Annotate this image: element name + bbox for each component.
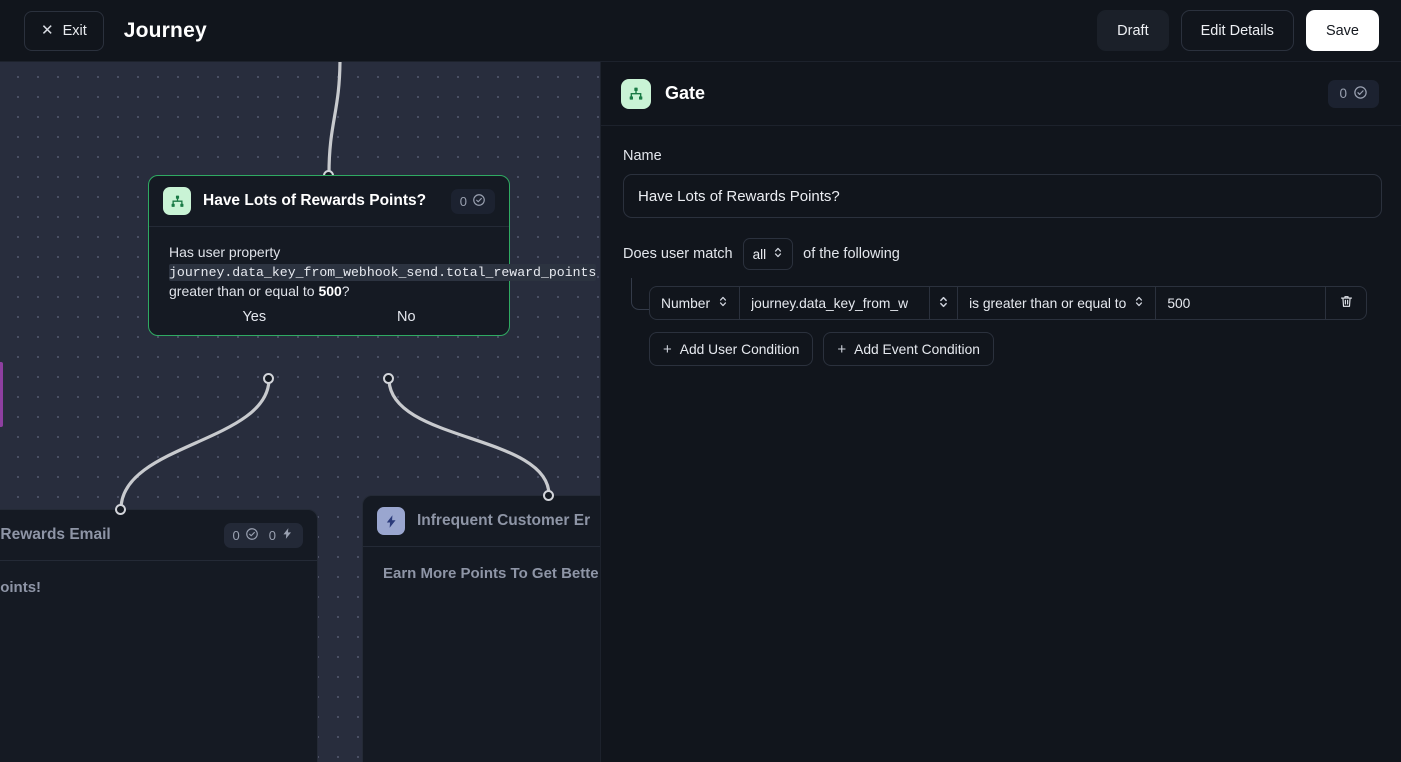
node-gate-branches: Yes No (149, 309, 509, 335)
node-gate-completed-count: 0 (460, 194, 467, 209)
condition-operator-value: is greater than or equal to (969, 296, 1126, 311)
condition-property-value: journey.data_key_from_w (751, 296, 908, 311)
chevron-updown-icon (1134, 295, 1144, 311)
node-gate-badges: 0 (451, 189, 495, 214)
check-circle-icon (472, 193, 486, 210)
condition-row: Number journey.data_key_from_w (649, 286, 1367, 320)
add-condition-buttons: + Add User Condition + Add Event Conditi… (649, 332, 1379, 366)
add-event-condition-button[interactable]: + Add Event Condition (823, 332, 994, 366)
panel-body: Name Does user match all of the followin… (601, 126, 1401, 366)
chevron-updown-icon (718, 295, 728, 311)
match-prefix-label: Does user match (623, 246, 733, 262)
panel-header: Gate 0 (601, 62, 1401, 126)
gate-no-output-handle[interactable] (383, 373, 394, 384)
match-mode-select[interactable]: all (743, 238, 794, 270)
node-rewards-email-header: p Customer Rewards Email 0 0 (0, 510, 317, 561)
match-mode-value: all (753, 247, 767, 262)
node-rewards-email-title: p Customer Rewards Email (0, 526, 111, 544)
top-bar: ✕ Exit Journey Draft Edit Details Save (0, 0, 1401, 62)
delete-condition-button[interactable] (1326, 287, 1366, 319)
node-rewards-email[interactable]: p Customer Rewards Email 0 0 (0, 509, 318, 762)
page-title: Journey (124, 19, 207, 43)
node-gate[interactable]: Have Lots of Rewards Points? 0 Has user … (148, 175, 510, 336)
node-rewards-email-event-count: 0 (269, 528, 276, 543)
chevron-updown-icon (938, 295, 949, 312)
node-infrequent-customer-header: Infrequent Customer Er (363, 496, 600, 547)
desc-value: 500 (318, 283, 341, 299)
node-gate-completed-badge: 0 (460, 193, 486, 210)
add-event-condition-label: Add Event Condition (854, 342, 980, 357)
trash-icon (1339, 294, 1354, 312)
node-rewards-email-completed-count: 0 (233, 528, 240, 543)
condition-type-select[interactable]: Number (650, 287, 740, 319)
conditions-area: Number journey.data_key_from_w (623, 286, 1379, 366)
sitemap-icon (163, 187, 191, 215)
node-rewards-email-badges: 0 0 (224, 523, 303, 548)
match-condition-row: Does user match all of the following (623, 238, 1379, 270)
condition-property-input[interactable]: journey.data_key_from_w (740, 287, 930, 319)
node-gate-title: Have Lots of Rewards Points? (203, 192, 426, 210)
branch-label-no: No (397, 309, 416, 325)
condition-tree-connector (631, 278, 649, 310)
match-suffix-label: of the following (803, 246, 900, 262)
edit-details-button[interactable]: Edit Details (1181, 10, 1294, 51)
panel-completed-count: 0 (1339, 86, 1347, 101)
gate-yes-output-handle[interactable] (263, 373, 274, 384)
node-infrequent-customer-body: Earn More Points To Get Bette (363, 547, 600, 600)
plus-icon: + (663, 342, 672, 357)
node-infrequent-customer-title: Infrequent Customer Er (417, 512, 590, 530)
rewards-email-input-handle[interactable] (115, 504, 126, 515)
condition-operator-select[interactable]: is greater than or equal to (958, 287, 1156, 319)
node-infrequent-customer[interactable]: Infrequent Customer Er Earn More Points … (362, 495, 600, 762)
exit-button[interactable]: ✕ Exit (24, 11, 104, 51)
top-bar-actions: Draft Edit Details Save (1097, 10, 1379, 51)
check-circle-icon (245, 527, 259, 544)
panel-completed-badge: 0 (1328, 80, 1379, 108)
journey-canvas[interactable]: Have Lots of Rewards Points? 0 Has user … (0, 62, 600, 762)
bolt-icon (377, 507, 405, 535)
node-rewards-email-event-badge: 0 (269, 527, 294, 543)
desc-mid: greater than or equal to (169, 283, 318, 299)
gate-detail-panel: Gate 0 Name Does user match all of th (600, 62, 1401, 762)
offscreen-node-marker (0, 362, 3, 427)
node-rewards-email-body: e New Rewards Points! (0, 561, 317, 614)
node-gate-description: Has user property journey.data_key_from_… (169, 243, 489, 301)
condition-value-input[interactable]: 500 (1156, 287, 1326, 319)
condition-type-value: Number (661, 296, 710, 311)
save-button[interactable]: Save (1306, 10, 1379, 51)
chevron-updown-icon (773, 246, 783, 262)
plus-icon: + (837, 342, 846, 357)
node-rewards-email-subtitle: e New Rewards Points! (0, 579, 297, 596)
panel-title: Gate (665, 83, 705, 104)
name-input[interactable] (623, 174, 1382, 218)
draft-status-button[interactable]: Draft (1097, 10, 1168, 51)
desc-prefix: Has user property (169, 244, 280, 260)
bolt-icon (281, 527, 294, 543)
desc-code: journey.data_key_from_webhook_send.total… (169, 264, 596, 281)
node-rewards-email-completed-badge: 0 (233, 527, 259, 544)
condition-property-stepper[interactable] (930, 287, 958, 319)
close-x-icon: ✕ (41, 23, 54, 38)
node-gate-body: Has user property journey.data_key_from_… (149, 227, 509, 309)
branch-label-yes: Yes (242, 309, 266, 325)
sitemap-icon (621, 79, 651, 109)
add-user-condition-button[interactable]: + Add User Condition (649, 332, 813, 366)
condition-value-text: 500 (1167, 296, 1190, 311)
check-circle-icon (1353, 85, 1368, 103)
name-field-label: Name (623, 148, 1379, 164)
exit-button-label: Exit (63, 23, 87, 39)
node-infrequent-customer-subtitle: Earn More Points To Get Bette (383, 565, 600, 582)
add-user-condition-label: Add User Condition (680, 342, 800, 357)
desc-suffix: ? (342, 283, 350, 299)
node-gate-header: Have Lots of Rewards Points? 0 (149, 176, 509, 227)
infrequent-customer-input-handle[interactable] (543, 490, 554, 501)
